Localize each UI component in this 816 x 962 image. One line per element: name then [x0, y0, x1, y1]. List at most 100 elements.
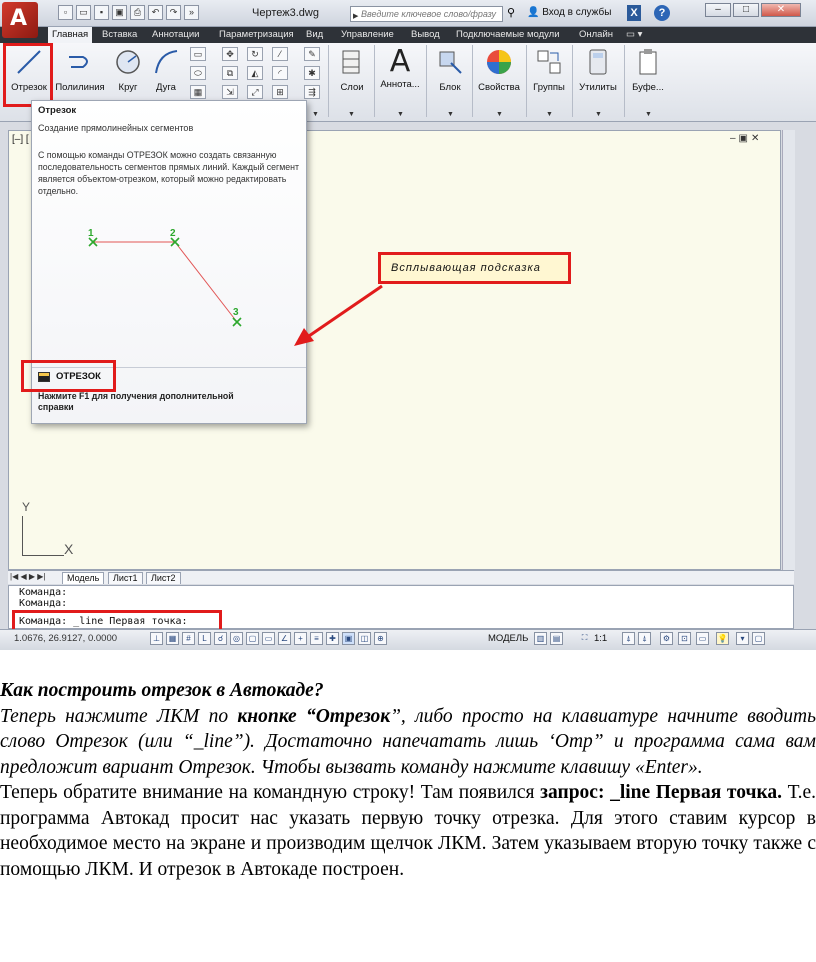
scale-icon[interactable]: ⤢: [247, 85, 263, 99]
copy-icon[interactable]: ⧉: [222, 66, 238, 80]
undo-icon[interactable]: ↶: [148, 5, 163, 20]
array-icon[interactable]: ⊞: [272, 85, 288, 99]
new-file-icon[interactable]: ▫: [58, 5, 73, 20]
tab-plugins[interactable]: Подключаемые модули: [452, 27, 564, 43]
clean-screen-icon[interactable]: ▢: [752, 632, 765, 645]
auto-scale-icon[interactable]: ⍋: [638, 632, 651, 645]
erase-icon[interactable]: ✎: [304, 47, 320, 61]
tab-parametric[interactable]: Параметризация: [215, 27, 298, 43]
tab-annotate[interactable]: Аннотации: [148, 27, 204, 43]
save-as-icon[interactable]: ▣: [112, 5, 127, 20]
3d-osnap-icon[interactable]: ▢: [246, 632, 259, 645]
circle-button[interactable]: Круг: [110, 45, 146, 99]
dynamic-input-icon[interactable]: +: [294, 632, 307, 645]
chevron-down-icon[interactable]: ▼: [496, 111, 503, 118]
ribbon-separator: [374, 45, 375, 117]
rotate-icon[interactable]: ↻: [247, 47, 263, 61]
chevron-down-icon[interactable]: ▼: [348, 111, 355, 118]
chevron-down-icon[interactable]: ▼: [312, 111, 319, 118]
tab-manage[interactable]: Управление: [337, 27, 398, 43]
isolate-objects-icon[interactable]: 💡: [716, 632, 729, 645]
selection-cycling-icon[interactable]: ◫: [358, 632, 371, 645]
arc-button[interactable]: Дуга: [148, 45, 184, 99]
quick-view-layouts-icon[interactable]: ▥: [534, 632, 547, 645]
viewport-window-buttons[interactable]: –▣✕: [730, 133, 762, 144]
print-icon[interactable]: ⎙: [130, 5, 145, 20]
sign-in-button[interactable]: 👤 Вход в службы: [527, 7, 611, 18]
rectangle-icon[interactable]: ▭: [190, 47, 206, 61]
save-icon[interactable]: ▪: [94, 5, 109, 20]
chevron-down-icon[interactable]: ▼: [397, 111, 404, 118]
properties-button[interactable]: Свойства: [476, 45, 522, 99]
hatch-icon[interactable]: ▦: [190, 85, 206, 99]
redo-icon[interactable]: ↷: [166, 5, 181, 20]
stretch-icon[interactable]: ⇲: [222, 85, 238, 99]
tab-insert[interactable]: Вставка: [98, 27, 141, 43]
open-file-icon[interactable]: ▭: [76, 5, 91, 20]
infer-constraints-icon[interactable]: ⊥: [150, 632, 163, 645]
grid-icon[interactable]: #: [182, 632, 195, 645]
chevron-down-icon[interactable]: ▼: [546, 111, 553, 118]
clipboard-button[interactable]: Буфе...: [628, 45, 668, 99]
trim-icon[interactable]: ⁄: [272, 47, 288, 61]
lineweight-icon[interactable]: ≡: [310, 632, 323, 645]
annotation-scale-icon[interactable]: ⛶: [578, 632, 591, 645]
lock-icon[interactable]: ⊡: [678, 632, 691, 645]
ducs-icon[interactable]: ∠: [278, 632, 291, 645]
otrack-icon[interactable]: ▭: [262, 632, 275, 645]
quick-properties-icon[interactable]: ▣: [342, 632, 355, 645]
tab-online[interactable]: Онлайн: [575, 27, 617, 43]
tab-home[interactable]: Главная: [48, 27, 93, 43]
tab-view[interactable]: Вид: [302, 27, 327, 43]
fillet-icon[interactable]: ◜: [272, 66, 288, 80]
viewport-controls[interactable]: [–] [: [12, 134, 29, 145]
transparency-icon[interactable]: ✚: [326, 632, 339, 645]
quick-view-drawings-icon[interactable]: ▤: [550, 632, 563, 645]
polyline-button[interactable]: Полилиния: [54, 45, 106, 99]
explode-icon[interactable]: ✱: [304, 66, 320, 80]
mirror-icon[interactable]: ◭: [247, 66, 263, 80]
ribbon-tab-bar: Главная Вставка Аннотации Параметризация…: [0, 27, 816, 43]
ellipse-icon[interactable]: ⬭: [190, 66, 206, 80]
binoculars-icon[interactable]: ⚲: [507, 6, 521, 20]
minimize-button[interactable]: –: [705, 3, 731, 17]
osnap-icon[interactable]: ◎: [230, 632, 243, 645]
workspace-switch-icon[interactable]: ⚙: [660, 632, 673, 645]
tab-nav-arrows-icon[interactable]: |◀ ◀ ▶ ▶|: [10, 572, 45, 581]
qat-more-icon[interactable]: »: [184, 5, 199, 20]
ortho-icon[interactable]: L: [198, 632, 211, 645]
status-menu-icon[interactable]: ▾: [736, 632, 749, 645]
move-icon[interactable]: ✥: [222, 47, 238, 61]
chevron-down-icon[interactable]: ▼: [447, 111, 454, 118]
polar-icon[interactable]: ☌: [214, 632, 227, 645]
snap-icon[interactable]: ▦: [166, 632, 179, 645]
block-button[interactable]: Блок: [430, 45, 470, 99]
annotation-scale[interactable]: 1:1: [594, 633, 607, 644]
tab-options-icon[interactable]: ▭ ▾: [622, 27, 646, 43]
annotation-monitor-icon[interactable]: ⊕: [374, 632, 387, 645]
vertical-scrollbar[interactable]: [782, 130, 795, 570]
search-input[interactable]: ▶ Введите ключевое слово/фразу: [350, 6, 503, 22]
help-button[interactable]: ?: [654, 5, 670, 21]
tab-output[interactable]: Вывод: [407, 27, 444, 43]
annotation-button[interactable]: A Аннота...: [378, 45, 422, 99]
search-expand-icon[interactable]: ▶: [353, 10, 358, 24]
annotation-visibility-icon[interactable]: ⍋: [622, 632, 635, 645]
utilities-button[interactable]: Утилиты: [576, 45, 620, 99]
maximize-button[interactable]: □: [733, 3, 759, 17]
tab-layout2[interactable]: Лист2: [146, 572, 181, 584]
layers-button[interactable]: Слои: [334, 45, 370, 99]
groups-button[interactable]: Группы: [530, 45, 568, 99]
chevron-down-icon[interactable]: ▼: [595, 111, 602, 118]
exchange-button[interactable]: X: [627, 5, 641, 21]
chevron-down-icon[interactable]: ▼: [645, 111, 652, 118]
app-menu-button[interactable]: A: [2, 2, 38, 38]
hardware-acceleration-icon[interactable]: ▭: [696, 632, 709, 645]
close-button[interactable]: ✕: [761, 3, 801, 17]
ribbon-separator: [572, 45, 573, 117]
tab-layout1[interactable]: Лист1: [108, 572, 143, 584]
tab-model[interactable]: Модель: [62, 572, 105, 584]
offset-icon[interactable]: ⇶: [304, 85, 320, 99]
autocad-window: A ▫ ▭ ▪ ▣ ⎙ ↶ ↷ » Чертеж3.dwg ▶ Введите …: [0, 0, 816, 650]
model-toggle[interactable]: МОДЕЛЬ: [488, 633, 528, 644]
